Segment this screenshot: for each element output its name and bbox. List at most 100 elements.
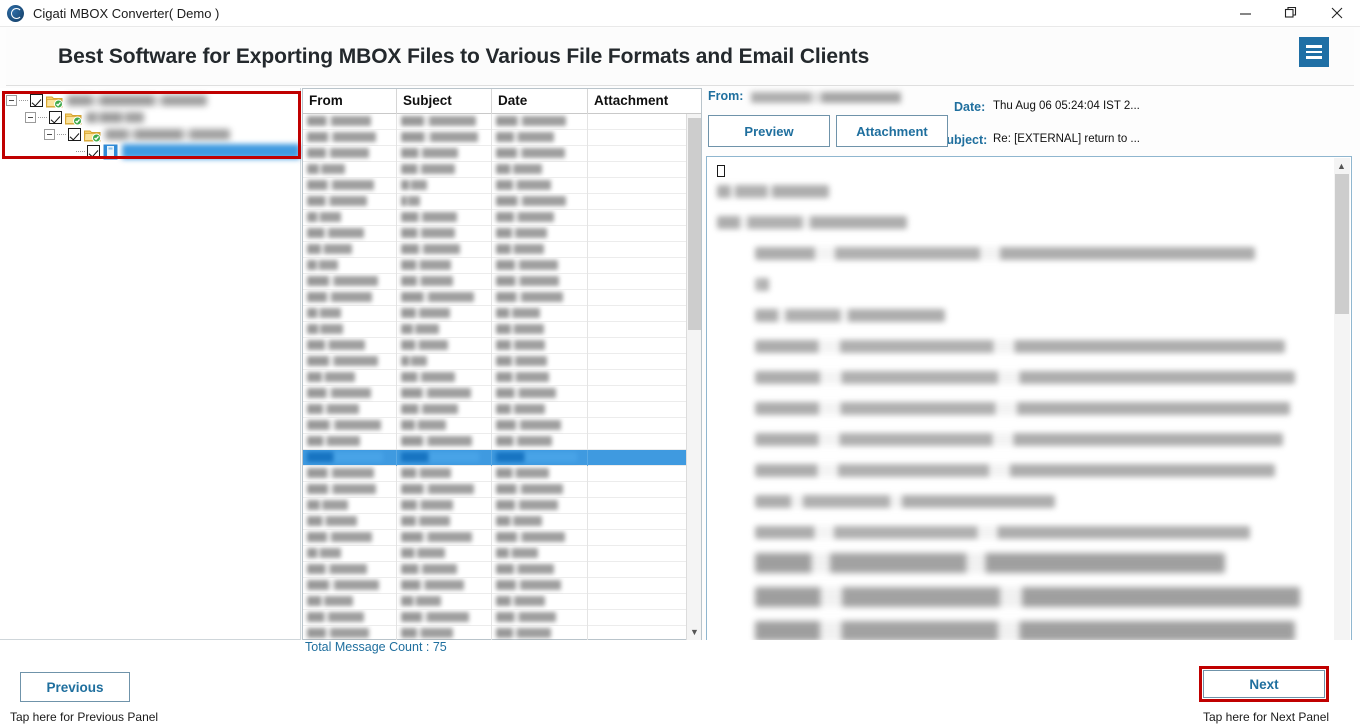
scrollbar-thumb[interactable]: [688, 118, 701, 330]
column-header-subject[interactable]: Subject: [397, 89, 492, 114]
column-header-attachment[interactable]: Attachment: [588, 89, 701, 114]
cell-text: [307, 148, 369, 158]
table-row[interactable]: [303, 578, 701, 594]
message-list-scrollbar[interactable]: ▲ ▼: [686, 114, 701, 640]
table-cell: [397, 242, 492, 258]
cell-text: [401, 244, 461, 254]
cell-text: [401, 484, 475, 494]
table-row[interactable]: [303, 626, 701, 640]
tree-checkbox[interactable]: [68, 128, 81, 141]
header-banner: Best Software for Exporting MBOX Files t…: [6, 28, 1354, 86]
column-header-date[interactable]: Date: [492, 89, 588, 114]
table-row[interactable]: [303, 466, 701, 482]
table-cell: [397, 258, 492, 274]
tree-checkbox[interactable]: [87, 145, 100, 158]
tree-node[interactable]: [6, 92, 300, 109]
table-cell: [588, 226, 686, 242]
folder-checked-icon: [46, 94, 63, 108]
table-row[interactable]: [303, 594, 701, 610]
message-list-body[interactable]: [303, 114, 701, 640]
body-text-line: [717, 216, 907, 229]
table-row[interactable]: [303, 514, 701, 530]
tree-node[interactable]: [44, 126, 300, 143]
tab-attachment[interactable]: Attachment: [836, 115, 948, 147]
table-row[interactable]: [303, 322, 701, 338]
scrollbar-thumb[interactable]: [1335, 174, 1349, 314]
expander-minus-icon[interactable]: [6, 95, 17, 106]
table-row[interactable]: [303, 386, 701, 402]
expander-minus-icon[interactable]: [25, 112, 36, 123]
table-row[interactable]: [303, 338, 701, 354]
from-label: From:: [708, 89, 744, 103]
tab-preview[interactable]: Preview: [708, 115, 830, 147]
message-list-panel[interactable]: FromSubjectDateAttachment ▲ ▼: [302, 88, 702, 640]
table-row[interactable]: [303, 562, 701, 578]
email-body-viewer[interactable]: ▲ ▼: [706, 156, 1352, 656]
table-row[interactable]: [303, 546, 701, 562]
restore-icon[interactable]: [1268, 0, 1314, 27]
table-row[interactable]: [303, 274, 701, 290]
folder-tree[interactable]: [0, 88, 300, 160]
body-text-line: [755, 553, 1225, 573]
folder-checked-icon: [84, 128, 101, 142]
table-row[interactable]: [303, 450, 701, 466]
table-row[interactable]: [303, 258, 701, 274]
table-row[interactable]: [303, 498, 701, 514]
cell-text: [307, 324, 344, 334]
cell-text: [401, 628, 454, 638]
tree-node[interactable]: [63, 143, 300, 160]
table-row[interactable]: [303, 226, 701, 242]
tree-node[interactable]: [25, 109, 300, 126]
folder-tree-panel[interactable]: [0, 88, 301, 640]
minimize-icon[interactable]: [1222, 0, 1268, 27]
column-header-from[interactable]: From: [303, 89, 397, 114]
table-cell: [397, 466, 492, 482]
table-row[interactable]: [303, 306, 701, 322]
table-row[interactable]: [303, 146, 701, 162]
chevron-down-icon[interactable]: ▼: [687, 624, 702, 640]
table-row[interactable]: [303, 402, 701, 418]
table-row[interactable]: [303, 130, 701, 146]
previous-button[interactable]: Previous: [20, 672, 130, 702]
table-cell: [588, 546, 686, 562]
table-cell: [303, 466, 397, 482]
table-row[interactable]: [303, 370, 701, 386]
table-row[interactable]: [303, 178, 701, 194]
table-cell: [492, 546, 588, 562]
expander-minus-icon[interactable]: [44, 129, 55, 140]
table-row[interactable]: [303, 418, 701, 434]
table-row[interactable]: [303, 610, 701, 626]
close-icon[interactable]: [1314, 0, 1360, 27]
table-cell: [397, 562, 492, 578]
table-row[interactable]: [303, 354, 701, 370]
table-row[interactable]: [303, 210, 701, 226]
tree-checkbox[interactable]: [30, 94, 43, 107]
table-row[interactable]: [303, 434, 701, 450]
missing-glyph-box: [717, 165, 725, 177]
preview-scrollbar[interactable]: ▲ ▼: [1334, 158, 1350, 654]
cell-text: [307, 292, 373, 302]
table-cell: [492, 466, 588, 482]
cell-text: [401, 180, 428, 190]
body-text-line: [755, 621, 1295, 641]
table-cell: [588, 498, 686, 514]
cell-text: [307, 468, 375, 478]
hamburger-menu-icon[interactable]: [1299, 37, 1329, 67]
table-row[interactable]: [303, 162, 701, 178]
chevron-up-icon[interactable]: ▲: [1334, 158, 1349, 174]
table-row[interactable]: [303, 290, 701, 306]
table-cell: [303, 338, 397, 354]
table-row[interactable]: [303, 482, 701, 498]
table-cell: [492, 162, 588, 178]
table-row[interactable]: [303, 114, 701, 130]
cell-text: [307, 420, 381, 430]
table-row[interactable]: [303, 530, 701, 546]
table-row[interactable]: [303, 194, 701, 210]
cell-text: [496, 260, 558, 270]
table-row[interactable]: [303, 242, 701, 258]
table-cell: [588, 338, 686, 354]
cell-text: [307, 260, 338, 270]
cell-text: [496, 116, 567, 126]
tree-checkbox[interactable]: [49, 111, 62, 124]
cell-text: [401, 612, 469, 622]
